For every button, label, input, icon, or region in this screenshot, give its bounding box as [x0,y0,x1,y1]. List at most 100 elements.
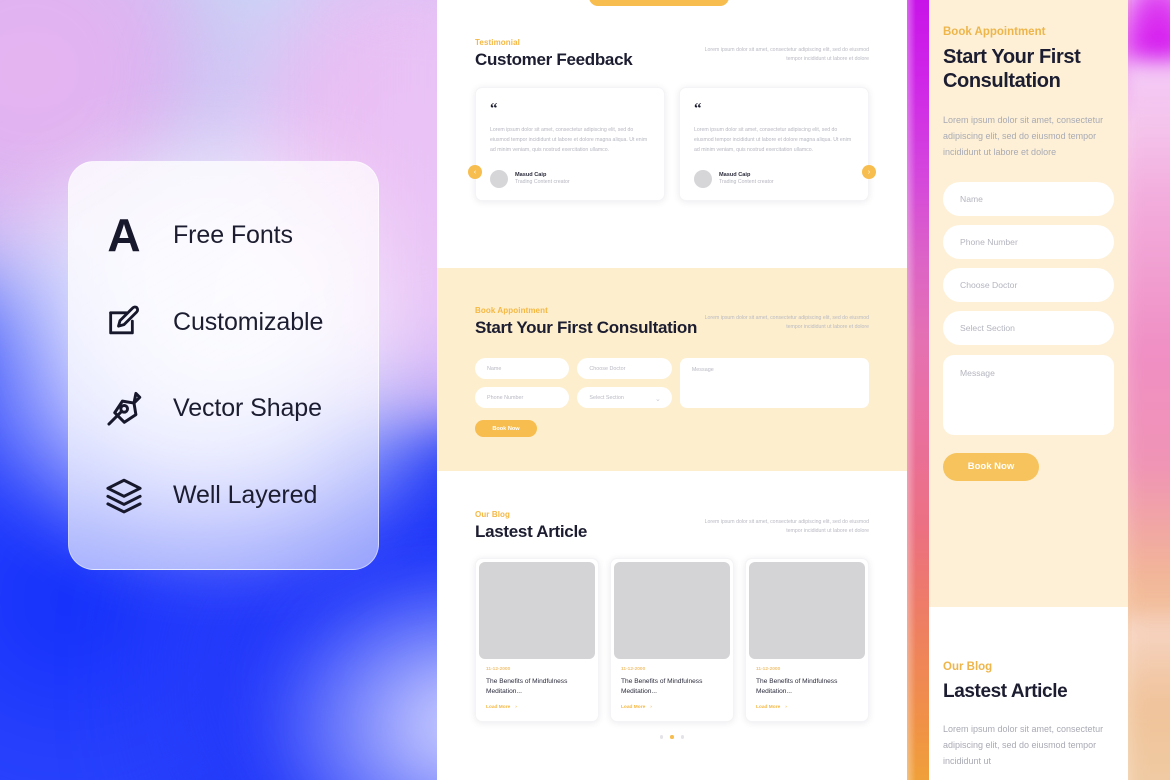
mobile-name-input[interactable]: Name [943,181,1114,216]
testimonial-body: Lorem ipsum dolor sit amet, consectetur … [694,127,852,153]
mobile-blog-subtitle: Lorem ipsum dolor sit amet, consectetur … [943,724,1104,767]
blog-post-title: The Benefits of Mindfulness Meditation..… [621,678,703,696]
mobile-preview-mockup: Book Appointment Start Your First Consul… [929,0,1128,780]
edit-pencil-icon [97,295,151,349]
avatar [694,169,712,188]
booking-header: Book Appointment Start Your First Consul… [475,306,869,338]
carousel-prev-button[interactable]: ‹ [468,165,482,179]
blog-date: 11-12-2000 [621,667,646,672]
author-name: Masud Caip [515,171,547,178]
testimonial-eyebrow: Testimonial [475,38,520,47]
author-role: Trading Content creator [515,179,570,186]
testimonial-card-list: “ Lorem ipsum dolor sit amet, consectetu… [475,87,869,201]
mobile-blog-section: Our Blog Lastest Article Lorem ipsum dol… [929,607,1128,780]
testimonial-card: “ Lorem ipsum dolor sit amet, consectetu… [679,87,869,201]
avatar [490,169,508,188]
mobile-choose-doctor-select[interactable]: Choose Doctor [943,267,1114,302]
mobile-book-now-button[interactable]: Book Now [943,452,1039,481]
testimonial-author: Masud Caip Trading Content creator [490,169,650,188]
feature-item-vector-shape[interactable]: Vector Shape [69,378,378,440]
mobile-booking-section: Book Appointment Start Your First Consul… [929,0,1128,607]
pagination-dot[interactable] [680,735,685,739]
feature-item-well-layered[interactable]: Well Layered [69,465,378,527]
mobile-booking-form: Name Phone Number Choose Doctor Select S… [943,181,1114,435]
booking-title: Start Your First Consultation [475,318,698,337]
mobile-blog-title: Lastest Article [943,681,1068,702]
testimonial-body: Lorem ipsum dolor sit amet, consectetur … [490,127,648,153]
edge-blob-peach [1128,600,1170,780]
mobile-booking-eyebrow: Book Appointment [943,26,1046,38]
blog-header: Our Blog Lastest Article Lorem ipsum dol… [475,510,869,542]
load-more-link[interactable]: Load More › [486,705,588,710]
phone-input[interactable]: Phone Number [475,387,570,408]
select-section-select[interactable]: Select Section ⌄ [577,387,672,408]
quote-icon: “ [694,101,702,117]
quote-icon: “ [490,101,498,117]
blog-section: Our Blog Lastest Article Lorem ipsum dol… [437,510,907,739]
feature-label: Free Fonts [173,220,293,249]
booking-section: Book Appointment Start Your First Consul… [437,268,907,471]
chevron-right-icon: › [515,705,517,711]
letter-a-icon: A [107,209,141,262]
load-more-label: Load More [756,705,781,711]
pagination-dot-active[interactable] [670,735,674,739]
choose-doctor-select[interactable]: Choose Doctor [577,358,672,379]
blog-title: Lastest Article [475,522,588,541]
blog-card[interactable]: 11-12-2000 The Benefits of Mindfulness M… [610,558,734,723]
mobile-select-section-select[interactable]: Select Section [943,310,1114,345]
chevron-down-icon: ⌄ [654,395,661,403]
book-now-button[interactable]: Book Now [475,420,537,437]
load-more-label: Load More [486,705,511,711]
blog-card[interactable]: 11-12-2000 The Benefits of Mindfulness M… [475,558,599,723]
select-section-label: Select Section [589,394,624,401]
author-name: Masud Caip [719,171,751,178]
feature-item-free-fonts[interactable]: A Free Fonts [69,204,378,266]
blog-post-title: The Benefits of Mindfulness Meditation..… [486,678,568,696]
blog-thumbnail [479,562,595,659]
testimonial-header: Testimonial Customer Feedback Lorem ipsu… [475,38,869,70]
name-input[interactable]: Name [475,358,570,379]
load-more-link[interactable]: Load More › [756,705,858,710]
load-more-label: Load More [621,705,646,711]
left-gradient-backdrop: A Free Fonts Customizable Vector Shape W… [0,0,438,780]
feature-item-customizable[interactable]: Customizable [69,291,378,353]
booking-form: Name Phone Number Choose Doctor Select S… [475,358,870,408]
gradient-blob-white-glow-lower [250,560,438,780]
hero-cta-button-clipped[interactable] [589,0,729,6]
author-role: Trading Content creator [719,179,774,186]
testimonial-card: “ Lorem ipsum dolor sit amet, consectetu… [475,87,665,201]
blog-card[interactable]: 11-12-2000 The Benefits of Mindfulness M… [745,558,869,723]
carousel-pagination-dots [475,735,869,739]
feature-label: Customizable [173,307,324,336]
booking-subtitle: Lorem ipsum dolor sit amet, consectetur … [704,315,869,331]
right-edge-gradient [1128,0,1170,780]
blog-date: 11-12-2000 [756,667,781,672]
chevron-right-icon: › [785,705,787,711]
feature-list-card: A Free Fonts Customizable Vector Shape W… [68,161,379,570]
mobile-booking-title: Start Your First Consultation [943,46,1081,93]
mobile-phone-input[interactable]: Phone Number [943,224,1114,259]
pagination-dot[interactable] [659,735,664,739]
mobile-message-textarea[interactable]: Message [943,354,1114,435]
mobile-booking-subtitle: Lorem ipsum dolor sit amet, consectetur … [943,114,1104,157]
chevron-right-icon: › [650,705,652,711]
blog-post-title: The Benefits of Mindfulness Meditation..… [756,678,838,696]
load-more-link[interactable]: Load More › [621,705,723,710]
message-textarea[interactable]: Message [679,358,870,408]
divider-gradient-strip [907,0,929,780]
mobile-blog-eyebrow: Our Blog [943,661,993,673]
blog-card-list: 11-12-2000 The Benefits of Mindfulness M… [475,558,869,723]
testimonial-section: Testimonial Customer Feedback Lorem ipsu… [437,38,907,201]
feature-label: Vector Shape [173,394,322,423]
blog-thumbnail [749,562,865,659]
layers-icon [97,469,151,523]
booking-eyebrow: Book Appointment [475,306,548,315]
carousel-next-button[interactable]: › [862,165,876,179]
desktop-preview-mockup: Testimonial Customer Feedback Lorem ipsu… [437,0,907,780]
blog-subtitle: Lorem ipsum dolor sit amet, consectetur … [704,519,869,535]
edge-blob-pink [1128,60,1170,620]
pen-tool-icon [97,382,151,436]
blog-eyebrow: Our Blog [475,510,511,519]
testimonial-author: Masud Caip Trading Content creator [694,169,854,188]
testimonial-subtitle: Lorem ipsum dolor sit amet, consectetur … [704,47,869,63]
